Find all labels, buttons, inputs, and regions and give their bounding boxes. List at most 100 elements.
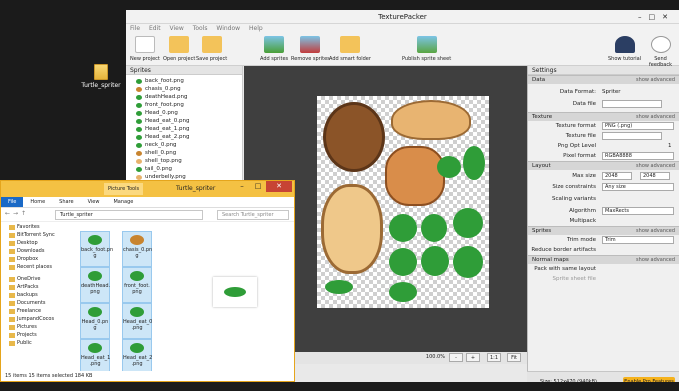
show-advanced-link[interactable]: show advanced [636, 76, 675, 84]
trim-mode-select[interactable]: Trim [602, 236, 674, 244]
sprite-item[interactable]: Head_eat_0.png [136, 117, 242, 125]
zoom-in-button[interactable]: + [466, 353, 480, 362]
menu-window[interactable]: Window [216, 25, 240, 32]
search-input[interactable]: Search Turtle_spriter [217, 210, 289, 220]
preview-pane [213, 277, 257, 307]
sprite-item[interactable]: neck_0.png [136, 141, 242, 149]
nav-label: Dropbox [17, 256, 39, 262]
nav-label: Public [17, 340, 32, 346]
file-thumbnail [130, 235, 144, 245]
show-advanced-link[interactable]: show advanced [636, 162, 675, 170]
nav-item[interactable]: Recent places [1, 263, 73, 271]
ribbon-tab-file[interactable]: File [1, 197, 24, 207]
show-advanced-link[interactable]: show advanced [636, 256, 675, 264]
ribbon-tab-manage[interactable]: Manage [106, 197, 140, 207]
explorer-statusbar: 15 items 15 items selected 184 KB [1, 371, 294, 381]
menu-edit[interactable]: Edit [149, 25, 161, 32]
sprites-header: Sprites [126, 66, 242, 75]
taskbar [0, 382, 679, 391]
max-width-input[interactable]: 2048 [602, 172, 632, 180]
explorer-title: Turtle_spriter [176, 185, 216, 192]
nav-label: OneDrive [17, 276, 41, 282]
nav-item[interactable]: Freelance [1, 307, 73, 315]
menu-tools[interactable]: Tools [193, 25, 208, 32]
nav-item[interactable]: OneDrive [1, 275, 73, 283]
nav-item[interactable]: Downloads [1, 247, 73, 255]
shell-sprite [391, 100, 471, 140]
nav-item[interactable]: Public [1, 339, 73, 347]
ribbon-tab-home[interactable]: Home [23, 197, 52, 207]
publish-sprite-sheet-button[interactable]: Publish sprite sheet [402, 36, 451, 62]
nav-item[interactable]: BitTorrent Sync [1, 231, 73, 239]
nav-item[interactable]: backups [1, 291, 73, 299]
new-project-button[interactable]: New project [130, 36, 160, 62]
file-name: Head_0.pn g [81, 319, 109, 331]
file-item[interactable]: chasis_0.pn g [122, 231, 152, 267]
nav-item[interactable]: Projects [1, 331, 73, 339]
nav-item[interactable]: Desktop [1, 239, 73, 247]
zoom-fit-button[interactable]: Fit [507, 353, 521, 362]
menu-help[interactable]: Help [249, 25, 263, 32]
sprite-item[interactable]: Head_eat_2.png [136, 133, 242, 141]
sprite-item[interactable]: tail_0.png [136, 165, 242, 173]
sprite-item[interactable]: deathHead.png [136, 93, 242, 101]
address-bar[interactable]: Turtle_spriter [55, 210, 203, 220]
ribbon-tab-share[interactable]: Share [52, 197, 80, 207]
nav-item[interactable]: Documents [1, 299, 73, 307]
show-advanced-link[interactable]: show advanced [636, 113, 675, 121]
texture-file-input[interactable] [602, 132, 662, 140]
add-smart-folder-button[interactable]: Add smart folder [329, 36, 371, 62]
graduation-cap-icon [614, 36, 635, 53]
file-item[interactable]: Head_eat_0 .png [122, 303, 152, 339]
zoom-out-button[interactable]: - [449, 353, 463, 362]
nav-arrows[interactable]: ←→↑ [5, 210, 29, 217]
max-height-input[interactable]: 2048 [640, 172, 670, 180]
algorithm-select[interactable]: MaxRects [602, 207, 674, 215]
menu-view[interactable]: View [170, 25, 184, 32]
file-item[interactable]: Head_0.pn g [80, 303, 110, 339]
nav-item[interactable]: Favorites [1, 223, 73, 231]
maximize-button[interactable]: □ [250, 181, 266, 192]
sprite-item[interactable]: Head_0.png [136, 109, 242, 117]
data-format-value[interactable]: Spriter [602, 89, 621, 95]
file-item[interactable]: front_foot. png [122, 267, 152, 303]
file-item[interactable]: Head_eat_1 .png [80, 339, 110, 375]
file-item[interactable]: deathHead. png [80, 267, 110, 303]
ribbon-tab-view[interactable]: View [81, 197, 107, 207]
nav-item[interactable]: Pictures [1, 323, 73, 331]
send-feedback-button[interactable]: Send feedback [642, 36, 679, 68]
sprite-item[interactable]: shell_0.png [136, 149, 242, 157]
texture-format-select[interactable]: PNG (.png) [602, 122, 674, 130]
sprite-item[interactable]: front_foot.png [136, 101, 242, 109]
close-button[interactable]: ✕ [266, 181, 292, 192]
zoom-1-1-button[interactable]: 1:1 [487, 353, 501, 362]
nav-item[interactable]: JumpandCocos [1, 315, 73, 323]
menu-file[interactable]: File [130, 25, 140, 32]
png-opt-value: 1 [668, 143, 672, 149]
pixel-format-select[interactable]: RGBA8888 [602, 152, 674, 160]
add-sprites-button[interactable]: Add sprites [260, 36, 288, 62]
sprite-name: shell_0.png [145, 150, 177, 156]
multipack-label: Multipack [569, 218, 596, 224]
desktop-folder-turtle-spriter[interactable]: Turtle_spriter [76, 64, 126, 89]
remove-sprites-button[interactable]: Remove sprites [291, 36, 330, 62]
sprite-item[interactable]: Head_eat_1.png [136, 125, 242, 133]
file-item[interactable]: Head_eat_2 .png [122, 339, 152, 375]
minimize-button[interactable]: – [234, 181, 250, 192]
tp-window-controls[interactable]: –□✕ [638, 10, 675, 24]
sprite-item[interactable]: back_foot.png [136, 77, 242, 85]
save-project-button[interactable]: Save project [196, 36, 227, 62]
size-constraints-select[interactable]: Any size [602, 183, 674, 191]
nav-item[interactable]: Dropbox [1, 255, 73, 263]
show-advanced-link[interactable]: show advanced [636, 227, 675, 235]
show-tutorial-button[interactable]: Show tutorial [608, 36, 641, 62]
sprite-item[interactable]: shell_top.png [136, 157, 242, 165]
address-row: ←→↑ Turtle_spriter Search Turtle_spriter [1, 208, 294, 222]
picture-tools-tab[interactable]: Picture Tools [104, 183, 144, 195]
data-file-input[interactable] [602, 100, 662, 108]
sprite-item[interactable]: chasis_0.png [136, 85, 242, 93]
file-item[interactable]: back_foot.pn g [80, 231, 113, 267]
open-project-button[interactable]: Open project [163, 36, 195, 62]
nav-item[interactable]: ArtPacks [1, 283, 73, 291]
sprite-name: Head_eat_2.png [145, 134, 190, 140]
